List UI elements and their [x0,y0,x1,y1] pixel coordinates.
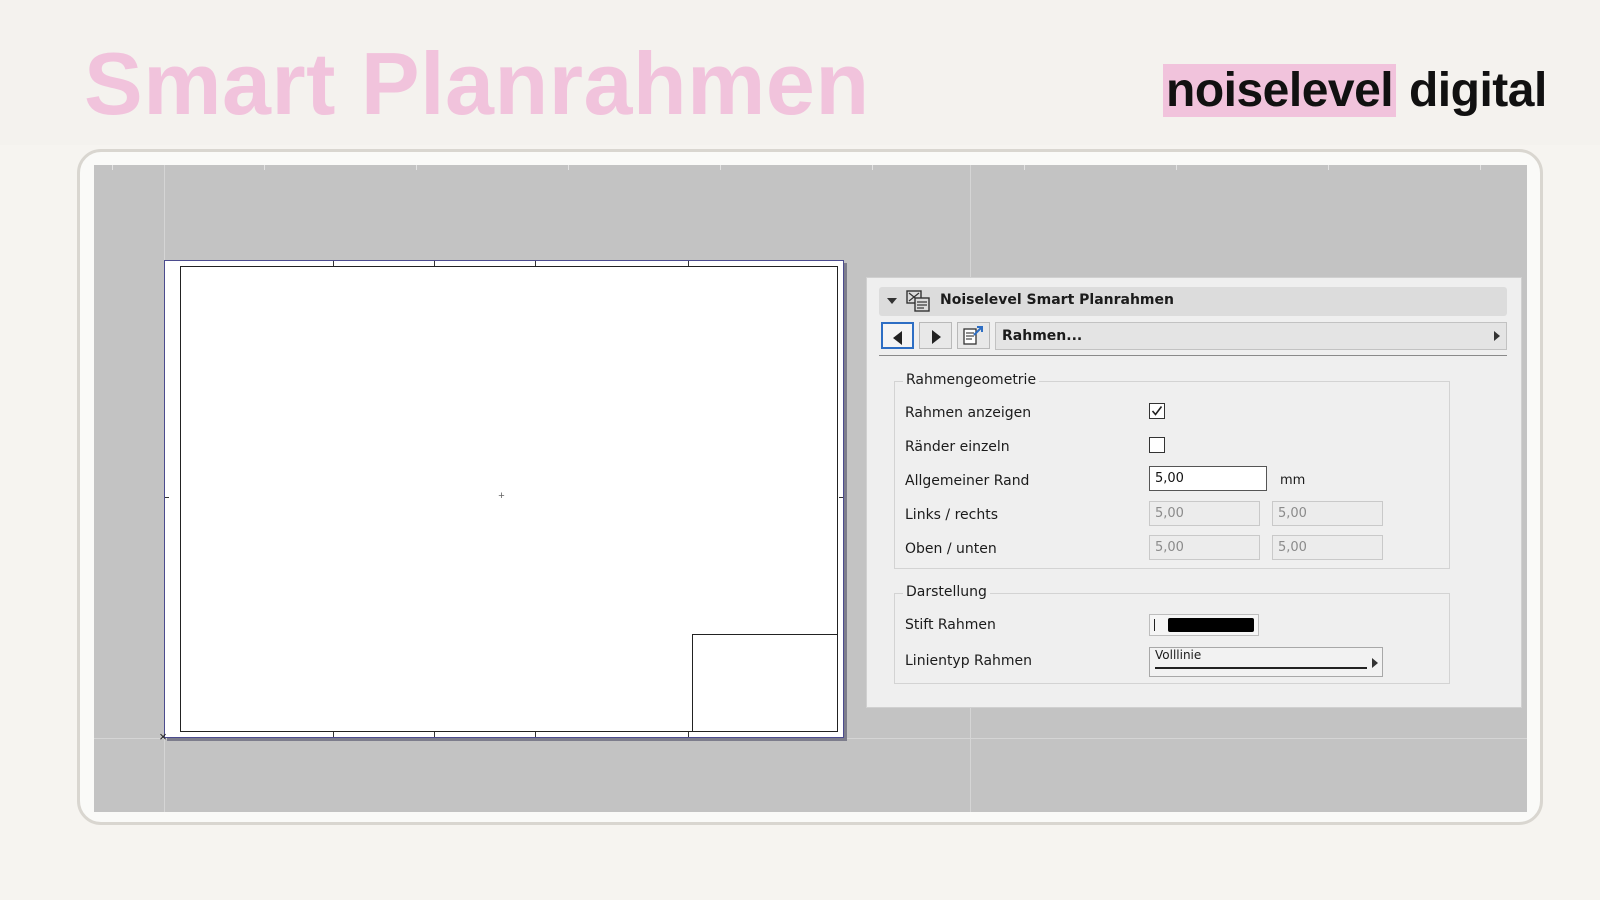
ruler-tick [112,165,113,170]
page-title: Smart Planrahmen [84,34,870,133]
sheet-tick [333,732,334,737]
ruler-tick [720,165,721,170]
label-top-bottom: Oben / unten [905,541,997,557]
next-page-button[interactable] [919,322,952,349]
prev-page-button[interactable] [881,322,914,349]
label-frame-pen: Stift Rahmen [905,617,996,633]
unit-label: mm [1280,473,1306,488]
chevron-right-icon [1494,331,1500,341]
checkbox-single-margins[interactable] [1149,437,1165,453]
line-type-value: Volllinie [1155,648,1202,662]
object-icon [906,290,930,312]
sheet-tick [165,497,169,498]
chevron-right-icon [1372,658,1378,668]
pen-color-swatch [1168,618,1254,632]
checkbox-show-frame[interactable] [1149,403,1165,419]
sheet-tick [434,732,435,737]
line-type-dropdown[interactable]: Volllinie [1149,647,1383,677]
ruler-tick [264,165,265,170]
label-show-frame: Rahmen anzeigen [905,405,1032,421]
line-type-preview [1155,667,1367,669]
bottom-margin-input[interactable]: 5,00 [1272,535,1383,560]
sheet-tick [688,732,689,737]
brand-rest: digital [1396,64,1547,117]
page-settings-button[interactable] [957,322,990,349]
arrow-right-icon [932,330,941,344]
sheet-tick [535,261,536,266]
sheet-tick [434,261,435,266]
arrow-left-icon [893,331,902,345]
checkmark-icon [1151,406,1163,416]
frame-pen-picker[interactable] [1149,614,1259,636]
page-select-dropdown[interactable]: Rahmen... [995,322,1507,350]
settings-page-icon [963,326,983,345]
ruler-tick [416,165,417,170]
sheet-tick [535,732,536,737]
origin-mark-icon[interactable]: × [157,730,169,743]
title-block [692,634,837,731]
grid-line [94,738,1527,739]
sheet-tick [688,261,689,266]
label-general-margin: Allgemeiner Rand [905,473,1030,489]
ruler-tick [1480,165,1481,170]
settings-panel: Noiselevel Smart Planrahmen Rahmen... Ra… [866,277,1522,708]
sheet-tick [333,261,334,266]
panel-header[interactable]: Noiselevel Smart Planrahmen [879,287,1507,316]
brand-highlight: noiselevel [1163,64,1397,117]
caret-down-icon[interactable] [887,298,897,304]
pen-marker-icon [1154,619,1155,631]
brand-logo: noiselevel digital [1163,62,1547,120]
ruler-tick [1176,165,1177,170]
label-single-margins: Ränder einzeln [905,439,1010,455]
panel-title: Noiselevel Smart Planrahmen [940,292,1174,308]
label-left-right: Links / rechts [905,507,998,523]
page-select-label: Rahmen... [1002,328,1083,344]
general-margin-input[interactable]: 5,00 [1149,466,1267,491]
plan-frame [180,266,838,732]
group-title-display: Darstellung [903,584,990,600]
ruler-tick [1024,165,1025,170]
divider [879,355,1507,356]
right-margin-input[interactable]: 5,00 [1272,501,1383,526]
ruler-tick [568,165,569,170]
ruler-tick [1328,165,1329,170]
top-margin-input[interactable]: 5,00 [1149,535,1260,560]
ruler-tick [872,165,873,170]
sheet-tick [839,497,843,498]
left-margin-input[interactable]: 5,00 [1149,501,1260,526]
label-line-type: Linientyp Rahmen [905,653,1033,669]
group-title-geometry: Rahmengeometrie [903,372,1040,388]
center-mark-icon: + [498,490,505,502]
